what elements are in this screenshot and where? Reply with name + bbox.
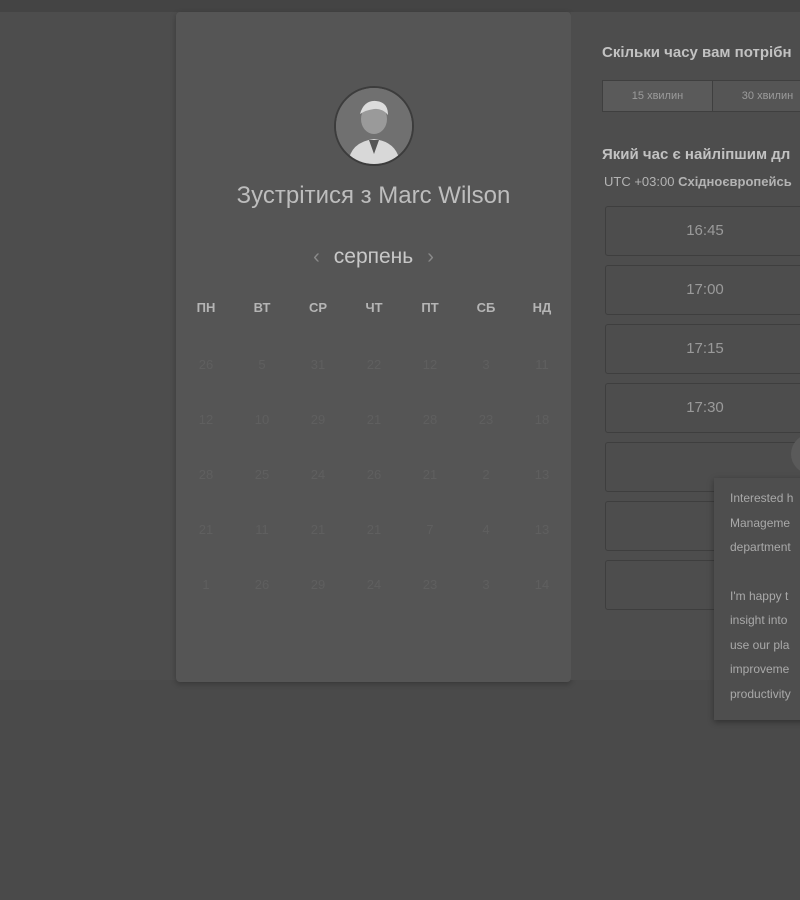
calendar-day[interactable]: 21 xyxy=(290,512,346,567)
timezone-name: Східноєвропейсь xyxy=(678,174,792,189)
popup-line: use our pla xyxy=(730,637,790,652)
avatar xyxy=(334,86,414,166)
calendar-day[interactable]: 18 xyxy=(514,402,570,457)
time-slot[interactable]: 17:00 xyxy=(605,265,800,315)
calendar-day[interactable]: 4 xyxy=(458,512,514,567)
weekday-header: ПН ВТ СР ЧТ ПТ СБ НД xyxy=(178,300,570,315)
duration-option-15[interactable]: 15 хвилин xyxy=(603,81,713,111)
weekday-label: ВТ xyxy=(253,300,271,315)
month-navigation: ‹ серпень › xyxy=(176,242,571,272)
calendar-day[interactable]: 12 xyxy=(178,402,234,457)
calendar-days-grid: 26 5 31 22 12 3 11 12 10 29 21 28 23 18 28 25 24 26 21 2 13 2… xyxy=(178,347,570,622)
timezone-label: UTC +03:00 Східноєвропейсь xyxy=(604,174,792,189)
time-slot[interactable]: 17:15 xyxy=(605,324,800,374)
weekday-label: НД xyxy=(532,300,552,315)
weekday-label: ЧТ xyxy=(365,300,383,315)
popup-line: insight into xyxy=(730,613,788,627)
calendar-day[interactable]: 10 xyxy=(234,402,290,457)
duration-question: Скільки часу вам потрібн xyxy=(602,44,792,61)
chat-popup[interactable]: Interested h Manageme department I'm hap… xyxy=(714,478,800,720)
popup-line: Manageme xyxy=(730,515,791,530)
calendar-day[interactable]: 11 xyxy=(514,347,570,402)
calendar-day[interactable]: 23 xyxy=(458,402,514,457)
footer-area xyxy=(0,680,800,900)
calendar-day[interactable]: 23 xyxy=(402,567,458,622)
calendar-day[interactable]: 28 xyxy=(402,402,458,457)
calendar-day[interactable]: 14 xyxy=(514,567,570,622)
meeting-title: Зустрітися з Marc Wilson xyxy=(236,182,511,209)
calendar-day[interactable]: 21 xyxy=(402,457,458,512)
top-bar xyxy=(0,0,800,12)
calendar-day[interactable]: 24 xyxy=(290,457,346,512)
calendar-day[interactable]: 12 xyxy=(402,347,458,402)
popup-line: department xyxy=(730,540,791,554)
calendar-day[interactable]: 13 xyxy=(514,512,570,567)
calendar-day[interactable]: 25 xyxy=(234,457,290,512)
weekday-label: СР xyxy=(308,300,328,315)
calendar-day[interactable]: 1 xyxy=(178,567,234,622)
calendar-day[interactable]: 13 xyxy=(514,457,570,512)
calendar-day[interactable]: 21 xyxy=(178,512,234,567)
calendar-day[interactable]: 3 xyxy=(458,347,514,402)
calendar-day[interactable]: 7 xyxy=(402,512,458,567)
duration-option-30[interactable]: 30 хвилин xyxy=(713,81,800,111)
popup-line: I'm happy t xyxy=(730,588,789,603)
time-slot[interactable]: 17:30 xyxy=(605,383,800,433)
calendar-day[interactable]: 5 xyxy=(234,347,290,402)
calendar-day[interactable]: 28 xyxy=(178,457,234,512)
calendar-day[interactable]: 3 xyxy=(458,567,514,622)
duration-selector: 15 хвилин 30 хвилин xyxy=(602,80,800,112)
calendar-card: Зустрітися з Marc Wilson ‹ серпень › ПН … xyxy=(176,12,571,682)
calendar-day[interactable]: 21 xyxy=(346,402,402,457)
weekday-label: СБ xyxy=(476,300,496,315)
chevron-left-icon[interactable]: ‹ xyxy=(313,247,320,267)
calendar-day[interactable]: 21 xyxy=(346,512,402,567)
calendar-day[interactable]: 2 xyxy=(458,457,514,512)
weekday-label: ПТ xyxy=(421,300,439,315)
avatar-image xyxy=(336,88,412,164)
chat-popup-message: Interested h Manageme department I'm hap… xyxy=(730,486,800,706)
time-question: Який час є найліпшим дл xyxy=(602,146,791,163)
calendar-day[interactable]: 29 xyxy=(290,402,346,457)
calendar-day[interactable]: 26 xyxy=(346,457,402,512)
popup-line: improveme xyxy=(730,662,790,676)
calendar-day[interactable]: 22 xyxy=(346,347,402,402)
calendar-day[interactable]: 11 xyxy=(234,512,290,567)
time-slot[interactable]: 16:45 xyxy=(605,206,800,256)
calendar-day[interactable]: 24 xyxy=(346,567,402,622)
chevron-right-icon[interactable]: › xyxy=(427,247,434,267)
popup-line: Interested h xyxy=(730,491,794,505)
calendar-day[interactable]: 31 xyxy=(290,347,346,402)
month-label: серпень xyxy=(333,245,414,268)
timezone-offset: UTC +03:00 xyxy=(604,174,675,189)
calendar-day[interactable]: 26 xyxy=(234,567,290,622)
calendar-day[interactable]: 29 xyxy=(290,567,346,622)
weekday-label: ПН xyxy=(196,300,216,315)
calendar-day[interactable]: 26 xyxy=(178,347,234,402)
popup-line: productivity xyxy=(730,686,791,701)
